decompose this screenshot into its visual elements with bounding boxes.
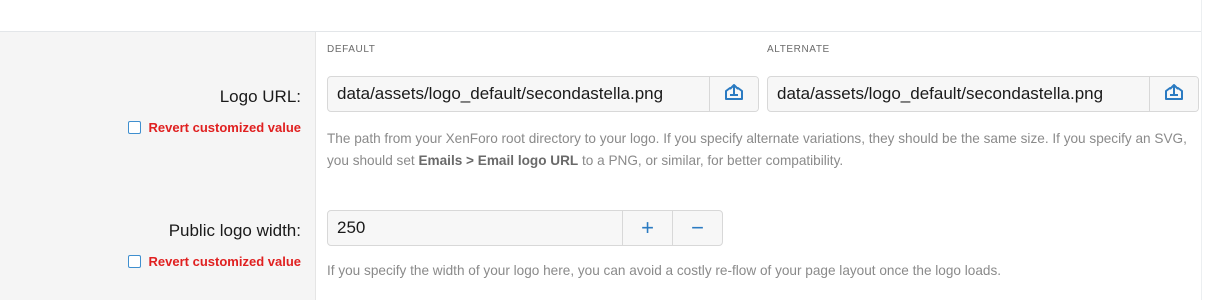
logo-url-hint: The path from your XenForo root director…	[327, 128, 1197, 172]
email-logo-url-ref: Emails > Email logo URL	[418, 153, 579, 168]
logo-url-default-field[interactable]: data/assets/logo_default/secondastella.p…	[327, 76, 759, 112]
upload-icon[interactable]	[1163, 82, 1185, 107]
logo-url-label: Logo URL:	[219, 87, 301, 106]
public-logo-width-revert[interactable]: Revert customized value	[127, 254, 301, 269]
logo-url-revert[interactable]: Revert customized value	[127, 120, 301, 135]
logo-url-default-input[interactable]: data/assets/logo_default/secondastella.p…	[328, 77, 709, 111]
increment-button[interactable]: +	[622, 211, 672, 245]
logo-url-alternate-field[interactable]: data/assets/logo_default/secondastella.p…	[767, 76, 1199, 112]
revert-label[interactable]: Revert customized value	[149, 120, 301, 135]
upload-button-alternate[interactable]	[1149, 77, 1198, 111]
public-logo-width-input[interactable]: 250	[328, 211, 622, 245]
revert-label[interactable]: Revert customized value	[149, 254, 301, 269]
revert-checkbox[interactable]	[127, 255, 141, 268]
revert-checkbox[interactable]	[127, 121, 141, 134]
upload-button-default[interactable]	[709, 77, 758, 111]
upload-icon[interactable]	[723, 82, 745, 107]
logo-url-alternate-input[interactable]: data/assets/logo_default/secondastella.p…	[768, 77, 1149, 111]
public-logo-width-hint: If you specify the width of your logo he…	[327, 263, 1002, 278]
alternate-column-header: ALTERNATE	[767, 44, 830, 55]
public-logo-width-stepper[interactable]: 250 + −	[327, 210, 723, 246]
default-column-header: DEFAULT	[327, 44, 376, 55]
top-bar	[0, 0, 1201, 32]
logo-url-hint-tail: to a PNG, or similar, for better compati…	[578, 153, 844, 168]
scroll-gutter	[1201, 0, 1216, 300]
public-logo-width-label: Public logo width:	[168, 221, 301, 240]
decrement-button[interactable]: −	[672, 211, 722, 245]
